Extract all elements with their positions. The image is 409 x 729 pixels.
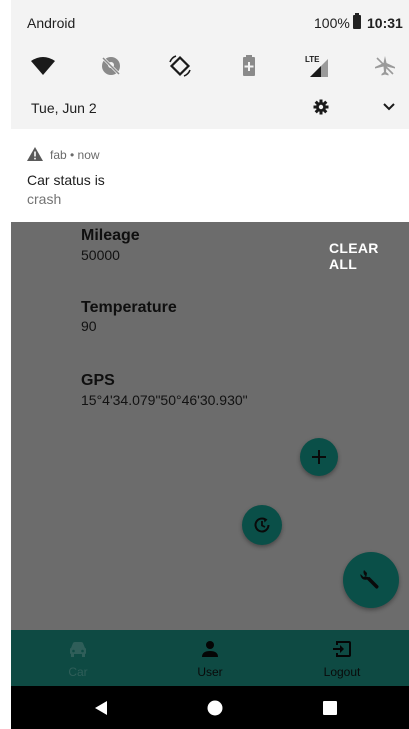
nav-item-logout[interactable]: Logout [276, 630, 408, 686]
settings-icon[interactable] [309, 95, 333, 119]
warning-icon [27, 147, 43, 166]
nav-item-car[interactable]: Car [12, 630, 144, 686]
carrier-label: Android [27, 15, 76, 31]
nav-label-logout: Logout [323, 665, 361, 679]
home-icon[interactable] [203, 696, 227, 720]
notification-shade: Android 100% 10:31 LTE Tue, Jun 2 fab • … [11, 0, 409, 222]
lte-signal-icon[interactable]: LTE [303, 50, 335, 82]
nav-item-user[interactable]: User [144, 630, 276, 686]
date-row: Tue, Jun 2 [11, 86, 409, 126]
history-fab-button[interactable] [242, 505, 282, 545]
chevron-down-icon[interactable] [377, 95, 401, 119]
nav-label-user: User [197, 665, 223, 679]
battery-saver-icon[interactable] [233, 50, 265, 82]
notification-body: crash [27, 191, 62, 207]
mileage-value: 50000 [81, 247, 120, 263]
wifi-icon[interactable] [27, 50, 59, 82]
notification-card[interactable]: fab • now Car status is crash [11, 129, 409, 222]
notification-title: Car status is [27, 172, 105, 188]
clear-all-button[interactable]: CLEAR ALL [329, 240, 409, 272]
location-off-icon[interactable] [95, 50, 127, 82]
back-icon[interactable] [89, 696, 113, 720]
mileage-label: Mileage [81, 227, 140, 244]
auto-rotate-icon[interactable] [164, 50, 196, 82]
car-icon [68, 640, 88, 658]
logout-icon [332, 640, 352, 658]
user-icon [200, 640, 220, 658]
wrench-fab-button[interactable] [343, 552, 399, 608]
add-fab-button[interactable] [300, 438, 338, 476]
temperature-label: Temperature [81, 299, 177, 316]
gps-label: GPS [81, 372, 115, 389]
history-icon [254, 517, 270, 533]
battery-percent: 100% [314, 15, 350, 31]
plus-icon [312, 450, 326, 464]
airplane-mode-icon[interactable] [369, 50, 401, 82]
date-label: Tue, Jun 2 [31, 100, 97, 116]
notification-app-name: fab • now [50, 148, 100, 162]
bottom-navigation: Car User Logout [11, 630, 409, 686]
svg-text:LTE: LTE [305, 55, 320, 64]
recents-icon[interactable] [318, 696, 342, 720]
nav-label-car: Car [68, 665, 88, 679]
quick-settings-row: LTE [11, 44, 409, 86]
wrench-icon [360, 570, 379, 589]
temperature-value: 90 [81, 318, 97, 334]
status-bar: Android 100% 10:31 [11, 0, 409, 44]
battery-icon [353, 13, 361, 29]
system-navigation-bar [11, 686, 409, 729]
clock: 10:31 [367, 15, 403, 31]
gps-value: 15°4'34.079"50°46'30.930" [81, 392, 248, 408]
app-content: CLEAR ALL Mileage 50000 Temperature 90 G… [11, 222, 409, 630]
